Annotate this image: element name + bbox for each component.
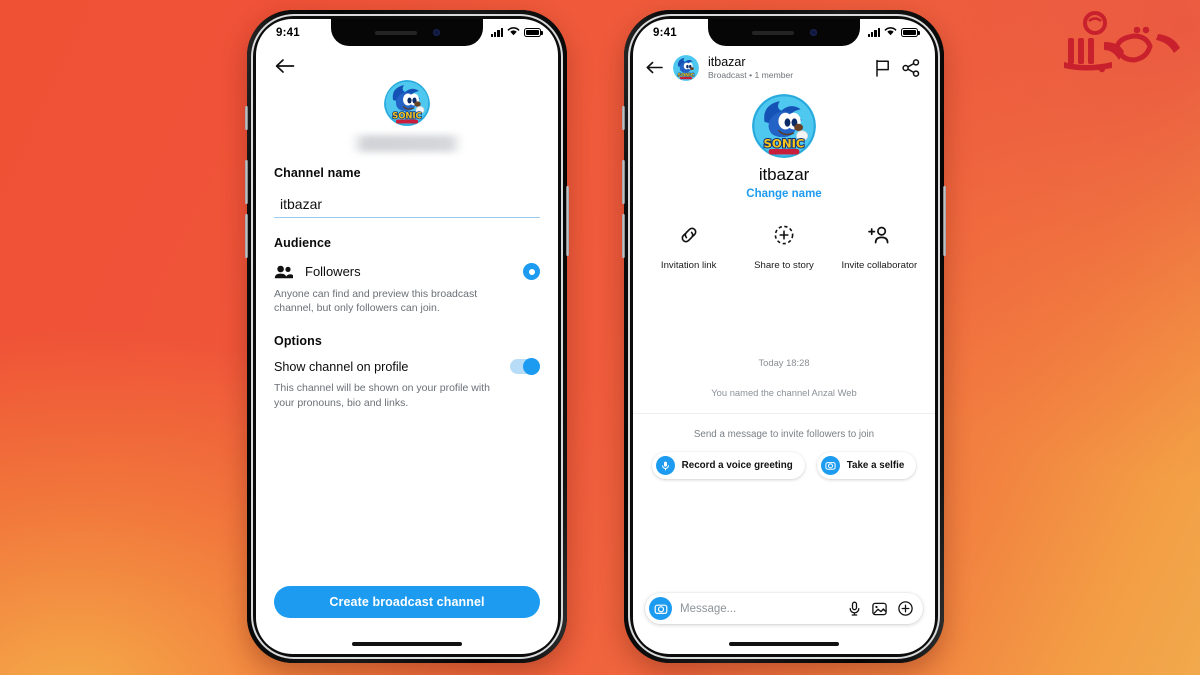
power-button[interactable]: [566, 186, 569, 256]
battery-full-icon: [901, 28, 920, 37]
create-broadcast-channel-button[interactable]: Create broadcast channel: [274, 586, 540, 618]
sonic-avatar[interactable]: SONIC: [673, 55, 699, 81]
left-phone-device: 9:41 SONIC Channel name itbazar Audience…: [245, 10, 569, 663]
avatar-container[interactable]: SONIC: [274, 80, 540, 131]
sonic-avatar[interactable]: SONIC: [384, 80, 430, 131]
volume-up-button[interactable]: [622, 160, 625, 204]
invite-collaborator-label: Invite collaborator: [841, 260, 918, 271]
back-arrow-icon[interactable]: [645, 59, 664, 78]
take-a-selfie-label: Take a selfie: [846, 460, 905, 471]
radio-selected-icon[interactable]: [523, 263, 540, 280]
system-message: You named the channel Anzal Web: [633, 387, 935, 414]
svg-text:SONIC: SONIC: [392, 111, 421, 121]
take-a-selfie-chip[interactable]: Take a selfie: [816, 452, 917, 479]
blurred-username: [352, 135, 462, 152]
profile-channel-name: itbazar: [758, 165, 810, 184]
status-bar: 9:41: [256, 19, 558, 46]
record-voice-greeting-chip[interactable]: Record a voice greeting: [651, 452, 805, 479]
right-phone-screen: 9:41 SONIC itbazar Broadcast • 1 member …: [633, 19, 935, 654]
volume-down-button[interactable]: [245, 214, 248, 258]
camera-icon[interactable]: [649, 597, 672, 620]
microphone-icon[interactable]: [848, 601, 861, 616]
plus-circle-icon[interactable]: [898, 601, 913, 616]
audience-option-label: Followers: [305, 264, 361, 279]
show-channel-description: This channel will be shown on your profi…: [274, 382, 490, 409]
status-bar-time: 9:41: [653, 26, 677, 39]
channel-header: SONIC itbazar Broadcast • 1 member: [633, 46, 935, 90]
audience-option-followers[interactable]: Followers: [274, 263, 540, 280]
image-icon[interactable]: [872, 602, 887, 616]
sonic-avatar-large[interactable]: SONIC: [752, 94, 816, 158]
audience-option-description: Anyone can find and preview this broadca…: [274, 288, 478, 315]
silent-switch[interactable]: [245, 106, 248, 130]
left-screen-body: SONIC Channel name Audience: [256, 56, 558, 654]
share-icon[interactable]: [902, 58, 921, 78]
wifi-icon: [507, 26, 520, 39]
channel-subtitle: Broadcast • 1 member: [708, 69, 794, 80]
wifi-icon: [884, 26, 897, 39]
invitation-link-label: Invitation link: [660, 260, 717, 271]
options-label: Options: [274, 333, 322, 348]
channel-name-input[interactable]: [274, 196, 540, 218]
message-composer: Message...: [645, 593, 923, 624]
quick-action-chips: Record a voice greeting Take a selfie: [633, 452, 935, 479]
audience-label: Audience: [274, 236, 332, 250]
volume-down-button[interactable]: [622, 214, 625, 258]
svg-text:SONIC: SONIC: [763, 137, 804, 151]
invite-hint: Send a message to invite followers to jo…: [693, 429, 875, 440]
show-channel-toggle[interactable]: [510, 357, 540, 375]
status-bar-time: 9:41: [276, 26, 300, 39]
flag-icon[interactable]: [874, 59, 893, 78]
show-channel-on-profile-row[interactable]: Show channel on profile: [274, 357, 540, 375]
channel-actions: Invitation link Share to story Invite co…: [633, 224, 935, 271]
add-to-story-icon: [773, 224, 795, 251]
itbazar-logo-watermark: [1038, 6, 1188, 84]
record-voice-greeting-label: Record a voice greeting: [681, 460, 793, 471]
add-person-icon: [867, 224, 891, 251]
volume-up-button[interactable]: [245, 160, 248, 204]
signal-bars-icon: [867, 28, 880, 37]
power-button[interactable]: [943, 186, 946, 256]
people-icon: [274, 265, 296, 279]
left-phone-screen: 9:41 SONIC Channel name itbazar Audience…: [256, 19, 558, 654]
back-arrow-icon[interactable]: [274, 56, 296, 76]
home-indicator: [729, 642, 839, 646]
channel-title: itbazar: [708, 55, 746, 70]
silent-switch[interactable]: [622, 106, 625, 130]
home-indicator: [352, 642, 462, 646]
battery-full-icon: [524, 28, 543, 37]
invite-collaborator-action[interactable]: Invite collaborator: [833, 224, 925, 271]
microphone-icon: [655, 456, 675, 475]
show-channel-on-profile-label: Show channel on profile: [274, 359, 409, 374]
invitation-link-action[interactable]: Invitation link: [643, 224, 735, 271]
channel-profile: SONIC itbazar Change name: [633, 90, 935, 200]
screenshot-canvas: 9:41 SONIC Channel name itbazar Audience…: [0, 0, 1200, 675]
channel-name-label: Channel name: [274, 166, 361, 180]
share-to-story-action[interactable]: Share to story: [738, 224, 830, 271]
message-timestamp: Today 18:28: [758, 357, 810, 368]
link-icon: [678, 224, 700, 251]
camera-icon: [820, 456, 840, 475]
change-name-link[interactable]: Change name: [633, 188, 935, 200]
message-input[interactable]: Message...: [680, 603, 840, 615]
right-phone-device: 9:41 SONIC itbazar Broadcast • 1 member …: [622, 10, 946, 663]
status-bar: 9:41: [633, 19, 935, 46]
share-to-story-label: Share to story: [754, 260, 814, 271]
signal-bars-icon: [490, 28, 503, 37]
